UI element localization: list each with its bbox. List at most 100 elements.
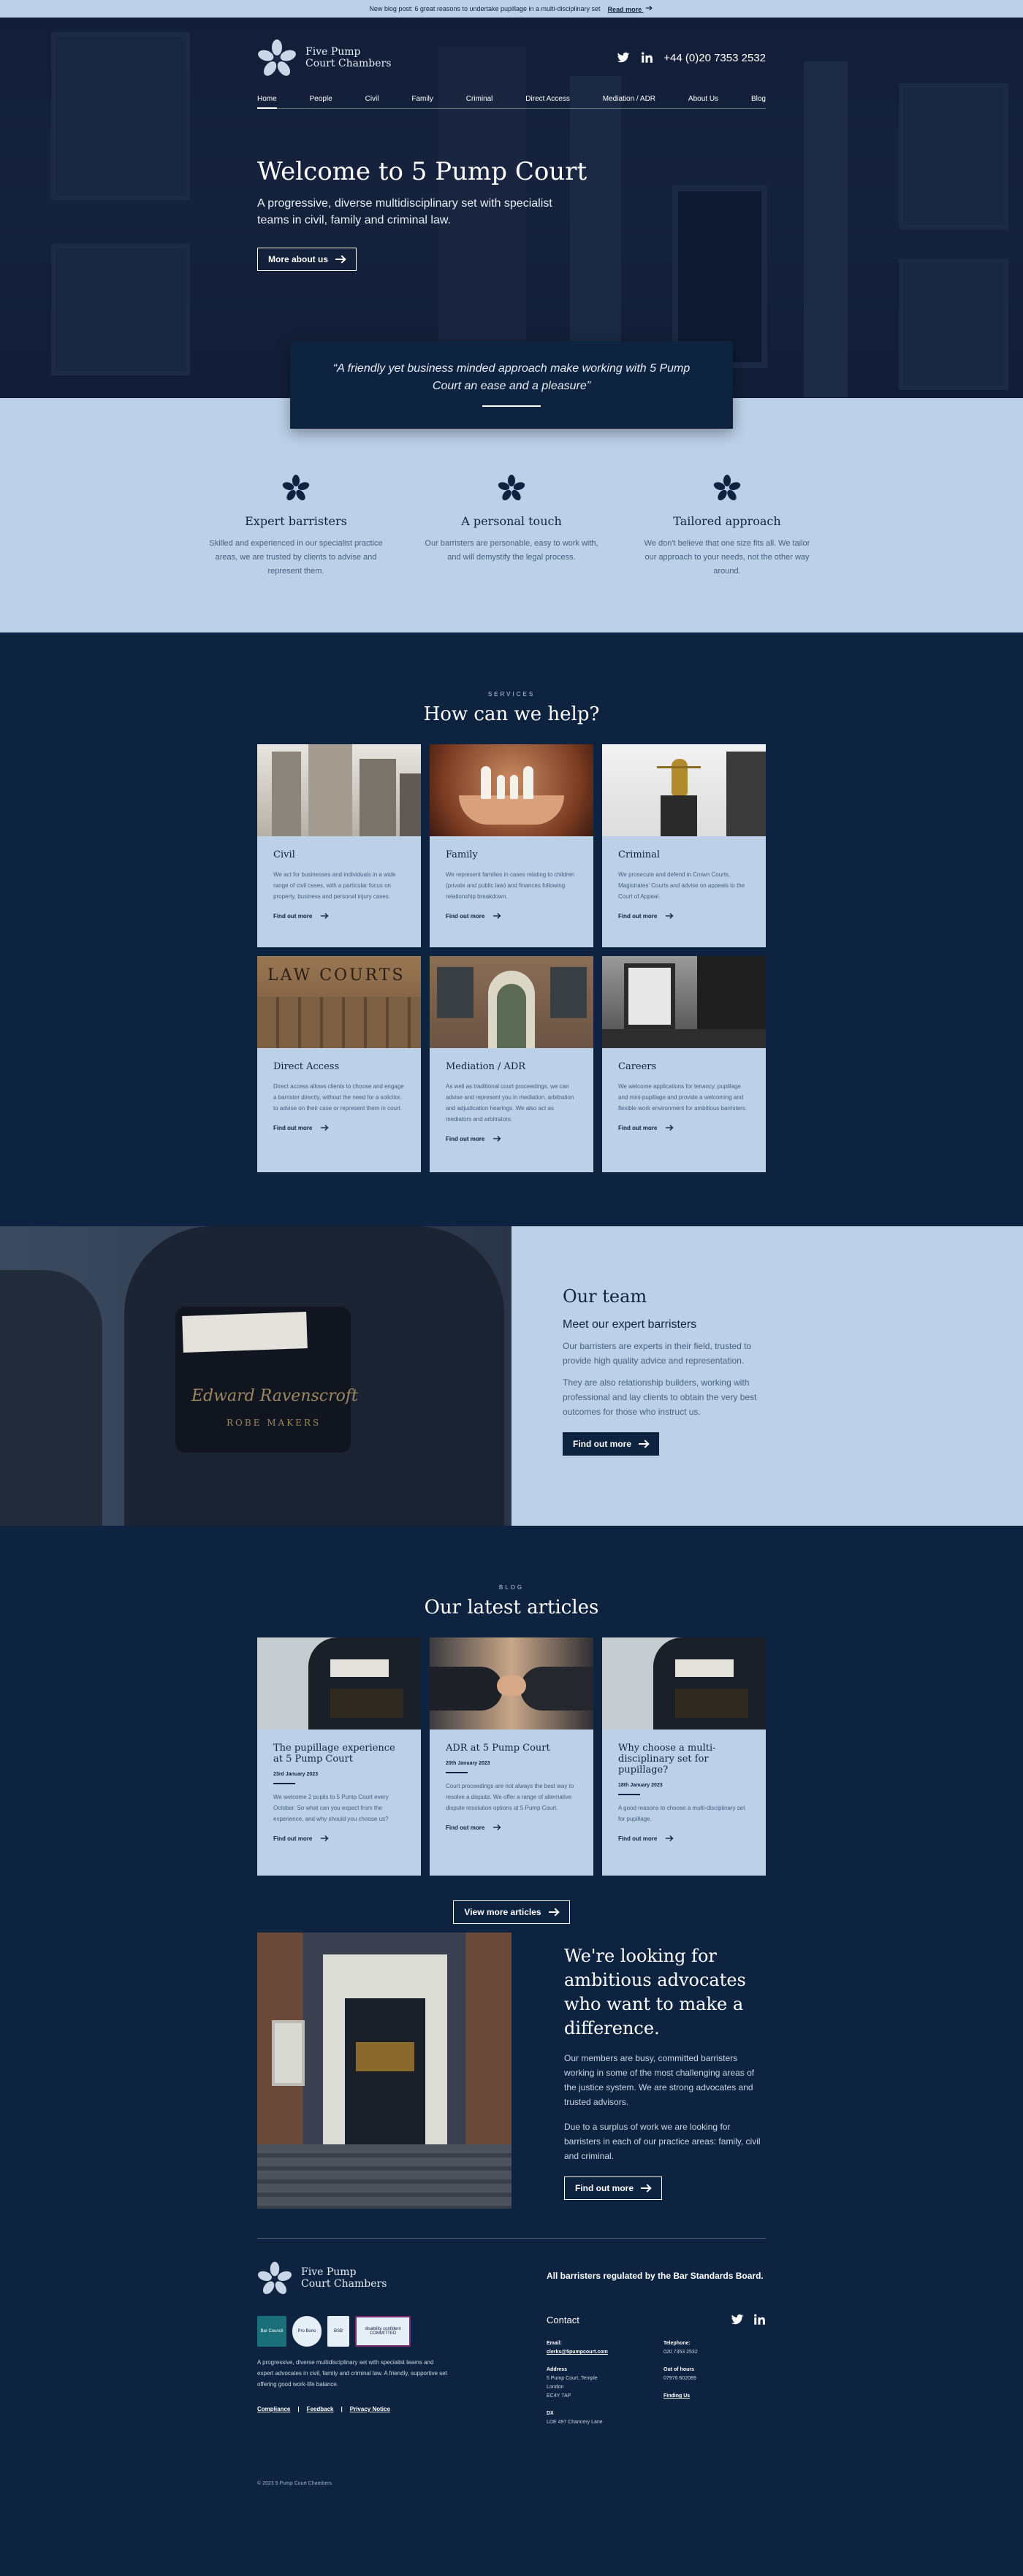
- footer-logo[interactable]: Five Pump Court Chambers: [257, 2260, 469, 2296]
- linkedin-icon[interactable]: [640, 51, 653, 64]
- compliance-link[interactable]: Compliance: [257, 2406, 290, 2412]
- site-logo[interactable]: Five Pump Court Chambers: [257, 38, 391, 77]
- testimonial-quote: “A friendly yet business minded approach…: [332, 362, 691, 392]
- team-section: Edward Ravenscroft ROBE MAKERS Our team …: [0, 1226, 1023, 1526]
- nav-about-us[interactable]: About Us: [688, 95, 718, 103]
- services-eyebrow: SERVICES: [487, 691, 536, 697]
- find-out-more-link[interactable]: Find out more: [618, 912, 674, 920]
- nav-direct-access[interactable]: Direct Access: [525, 95, 570, 103]
- find-out-more-link[interactable]: Find out more: [618, 1124, 674, 1131]
- find-out-more-link[interactable]: Find out more: [446, 912, 502, 920]
- find-out-more-link[interactable]: Find out more: [446, 1135, 502, 1142]
- find-out-more-link[interactable]: Find out more: [618, 1835, 674, 1842]
- arrow-right-icon: [548, 1908, 559, 1916]
- nav-criminal[interactable]: Criminal: [466, 95, 493, 103]
- arrow-right-icon: [639, 1440, 649, 1448]
- address-line-1: 5 Pump Court, Temple: [547, 2376, 598, 2381]
- service-title: Direct Access: [273, 1061, 340, 1072]
- feature-text: Our barristers are personable, easy to w…: [425, 539, 598, 562]
- arrow-right-icon: [493, 914, 501, 919]
- blog-post-excerpt: Court proceedings are not always the bes…: [446, 1783, 574, 1811]
- barrister-robe-image: Edward Ravenscroft ROBE MAKERS: [0, 1226, 512, 1526]
- feedback-link[interactable]: Feedback: [307, 2406, 334, 2412]
- recruitment-title: We're looking for ambitious advocates wh…: [564, 1946, 746, 2038]
- twitter-icon[interactable]: [731, 2313, 744, 2326]
- service-description: We welcome applications for tenancy, pup…: [618, 1083, 748, 1112]
- team-paragraph-2: They are also relationship builders, wor…: [563, 1377, 757, 1417]
- find-out-more-link[interactable]: Find out more: [273, 1124, 330, 1131]
- recruitment-paragraph-1: Our members are busy, committed barriste…: [564, 2053, 755, 2107]
- recruitment-find-out-more-button[interactable]: Find out more: [564, 2176, 662, 2200]
- service-image-mediation: [430, 956, 593, 1048]
- address-line-2: London: [547, 2385, 564, 2390]
- arrow-right-icon: [645, 6, 651, 10]
- service-card-criminal[interactable]: Criminal We prosecute and defend in Crow…: [602, 744, 766, 947]
- find-out-more-link[interactable]: Find out more: [273, 1835, 330, 1842]
- nav-blog[interactable]: Blog: [751, 95, 766, 103]
- header-phone[interactable]: +44 (0)20 7353 2532: [663, 52, 766, 64]
- nav-mediation-adr[interactable]: Mediation / ADR: [603, 95, 655, 103]
- chambers-doorway-image: [257, 1933, 512, 2209]
- service-card-direct-access[interactable]: LAW COURTS Direct Access Direct access a…: [257, 956, 421, 1172]
- privacy-notice-link[interactable]: Privacy Notice: [350, 2406, 390, 2412]
- service-title: Mediation / ADR: [446, 1061, 526, 1072]
- hero-title: Welcome to 5 Pump Court: [257, 157, 587, 186]
- find-out-more-link[interactable]: Find out more: [273, 912, 330, 920]
- service-card-civil[interactable]: Civil We act for businesses and individu…: [257, 744, 421, 947]
- team-find-out-more-button[interactable]: Find out more: [563, 1432, 659, 1456]
- twitter-icon[interactable]: [617, 51, 630, 64]
- quote-divider: [482, 405, 541, 407]
- pro-bono-badge: Pro Bono: [292, 2316, 322, 2347]
- feature-title: A personal touch: [461, 514, 562, 528]
- site-header: Five Pump Court Chambers +44 (0)20 7353 …: [257, 18, 766, 109]
- arrow-right-icon: [321, 1125, 328, 1131]
- arrow-right-icon: [335, 256, 346, 263]
- linkedin-icon[interactable]: [753, 2313, 766, 2326]
- service-card-careers[interactable]: Careers We welcome applications for tena…: [602, 956, 766, 1172]
- arrow-right-icon: [321, 1836, 328, 1841]
- services-grid: Civil We act for businesses and individu…: [257, 744, 766, 1172]
- nav-family[interactable]: Family: [411, 95, 433, 103]
- recruitment-paragraph-2: Due to a surplus of work we are looking …: [564, 2122, 761, 2161]
- team-paragraph-1: Our barristers are experts in their fiel…: [563, 1341, 752, 1366]
- feature-title: Tailored approach: [673, 514, 781, 528]
- blog-post-title: ADR at 5 Pump Court: [446, 1743, 550, 1754]
- telephone-number[interactable]: 020 7353 2532: [663, 2348, 766, 2357]
- service-card-mediation-adr[interactable]: Mediation / ADR As well as traditional c…: [430, 956, 593, 1172]
- address-line-3: EC4Y 7AP: [547, 2393, 571, 2399]
- blog-card[interactable]: The pupillage experience at 5 Pump Court…: [257, 1637, 421, 1876]
- accreditation-badges: Bar Council Pro Bono BSB disability conf…: [257, 2316, 469, 2347]
- blog-card[interactable]: ADR at 5 Pump Court 20th January 2023 Co…: [430, 1637, 593, 1876]
- arrow-right-icon: [666, 1836, 673, 1841]
- blog-card[interactable]: Why choose a multi-disciplinary set for …: [602, 1637, 766, 1876]
- service-card-family[interactable]: Family We represent families in cases re…: [430, 744, 593, 947]
- arrow-right-icon: [321, 914, 328, 919]
- robe-maker-sublabel: ROBE MAKERS: [227, 1418, 322, 1428]
- logo-line-1: Five Pump: [301, 2266, 357, 2278]
- finding-us-link[interactable]: Finding Us: [663, 2392, 766, 2401]
- copyright: © 2023 5 Pump Court Chambers: [257, 2481, 332, 2486]
- service-image-direct-access: LAW COURTS: [257, 956, 421, 1048]
- find-out-more-link[interactable]: Find out more: [446, 1824, 502, 1831]
- blog-image-handshake: [430, 1637, 593, 1730]
- announcement-read-more-link[interactable]: Read more: [608, 4, 654, 13]
- blog-eyebrow: BLOG: [498, 1584, 525, 1591]
- out-of-hours-number[interactable]: 07976 602089: [663, 2374, 766, 2383]
- email-link[interactable]: clerks@5pumpcourt.com: [547, 2348, 649, 2357]
- blog-divider: [446, 1772, 468, 1773]
- nav-people[interactable]: People: [310, 95, 332, 103]
- service-image-criminal: [602, 744, 766, 836]
- feature-text: We don't believe that one size fits all.…: [644, 539, 810, 576]
- view-more-articles-button[interactable]: View more articles: [453, 1900, 570, 1924]
- announcement-bar: New blog post: 6 great reasons to undert…: [0, 0, 1023, 18]
- feature-text: Skilled and experienced in our specialis…: [209, 539, 383, 576]
- service-image-family: [430, 744, 593, 836]
- blog-post-date: 23rd January 2023: [273, 1772, 319, 1777]
- more-about-us-button[interactable]: More about us: [257, 248, 357, 271]
- blog-post-title: Why choose a multi-disciplinary set for …: [618, 1743, 716, 1776]
- blog-divider: [273, 1783, 295, 1784]
- nav-home[interactable]: Home: [257, 95, 277, 109]
- arrow-right-icon: [666, 1125, 673, 1131]
- nav-civil[interactable]: Civil: [365, 95, 379, 103]
- features-section: Expert barristers Skilled and experience…: [0, 398, 1023, 632]
